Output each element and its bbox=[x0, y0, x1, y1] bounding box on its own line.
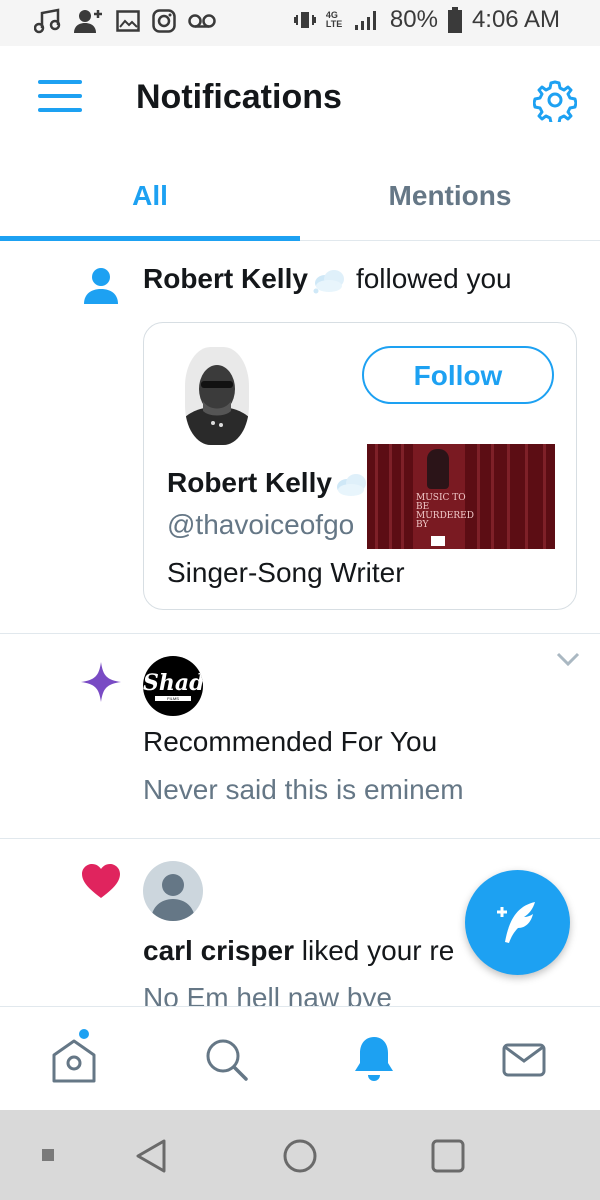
like-action: liked your re bbox=[301, 935, 455, 966]
app-bar: Notifications bbox=[0, 46, 600, 152]
compose-feather-icon bbox=[497, 902, 535, 943]
recommended-account-avatar[interactable]: Shady FILMS bbox=[143, 656, 203, 716]
user-card[interactable]: Follow Robert Kelly @thavoiceofgo Singer… bbox=[143, 322, 577, 610]
parental-advisory-label bbox=[431, 536, 445, 546]
messages-envelope-icon[interactable] bbox=[498, 1033, 550, 1085]
sparkle-icon bbox=[81, 662, 121, 702]
cloud-emoji-icon bbox=[313, 269, 344, 294]
status-system-icons: 4G LTE 80% 4:06 AM bbox=[293, 6, 560, 34]
compose-tweet-button[interactable] bbox=[465, 870, 570, 975]
follower-name[interactable]: Robert Kelly bbox=[143, 263, 308, 294]
follow-action: followed you bbox=[355, 263, 512, 294]
new-content-dot bbox=[77, 1027, 91, 1041]
cloud-emoji-icon bbox=[336, 473, 366, 496]
tab-mentions[interactable]: Mentions bbox=[300, 152, 600, 240]
battery-percent: 80% bbox=[389, 6, 438, 33]
album-art: MUSIC TO BE MURDERED BY bbox=[413, 444, 474, 549]
voicemail-icon bbox=[188, 14, 216, 28]
status-notification-icons bbox=[34, 8, 216, 34]
signal-icon bbox=[354, 11, 376, 30]
battery-icon bbox=[447, 7, 462, 33]
user-card-name: Robert Kelly bbox=[167, 467, 368, 499]
chevron-down-icon[interactable] bbox=[556, 652, 580, 666]
liked-reply-text: No Em hell naw bye bbox=[143, 982, 393, 1006]
follow-button[interactable]: Follow bbox=[362, 346, 554, 404]
home-circle-icon[interactable] bbox=[282, 1138, 318, 1174]
shady-logo: Shady bbox=[143, 670, 203, 696]
music-note-icon bbox=[34, 8, 61, 34]
menu-icon[interactable] bbox=[38, 80, 82, 116]
gallery-icon bbox=[116, 10, 140, 32]
heart-icon bbox=[82, 864, 120, 898]
status-bar: 4G LTE 80% 4:06 AM bbox=[0, 0, 600, 46]
search-icon[interactable] bbox=[200, 1033, 252, 1085]
liker-name[interactable]: carl crisper bbox=[143, 935, 294, 966]
like-text: carl crisper liked your re bbox=[143, 935, 454, 967]
overview-icon[interactable] bbox=[430, 1138, 466, 1174]
person-icon bbox=[84, 268, 118, 304]
shady-logo-sub: FILMS bbox=[155, 696, 191, 701]
clock: 4:06 AM bbox=[471, 6, 560, 33]
user-card-bio: Singer-Song Writer bbox=[167, 557, 405, 588]
instagram-icon bbox=[152, 9, 176, 33]
home-icon[interactable] bbox=[48, 1027, 100, 1085]
album-cover-image: MUSIC TO BE MURDERED BY bbox=[367, 444, 555, 549]
notification-follow[interactable]: Robert Kelly followed you Follow Robert K… bbox=[0, 241, 600, 634]
back-icon[interactable] bbox=[134, 1138, 168, 1174]
tab-all[interactable]: All bbox=[0, 152, 300, 240]
tab-bar: All Mentions bbox=[0, 152, 600, 241]
liker-avatar[interactable] bbox=[143, 861, 203, 921]
add-person-icon bbox=[74, 10, 102, 33]
user-card-handle: @thavoiceofgo bbox=[167, 509, 355, 540]
system-navigation-bar bbox=[0, 1110, 600, 1200]
user-card-avatar[interactable] bbox=[185, 347, 249, 445]
settings-gear-icon[interactable] bbox=[532, 78, 578, 126]
vibrate-icon bbox=[293, 12, 316, 28]
notification-recommendation[interactable]: Shady FILMS Recommended For You Never sa… bbox=[0, 634, 600, 839]
album-title: MUSIC TO BE MURDERED BY bbox=[416, 493, 474, 530]
recommendation-title: Recommended For You bbox=[143, 726, 438, 757]
network-type: 4G LTE bbox=[325, 10, 343, 29]
follow-text: Robert Kelly followed you bbox=[143, 263, 512, 295]
recommendation-text: Never said this is eminem bbox=[143, 774, 464, 805]
bottom-navigation bbox=[0, 1006, 600, 1111]
recents-indicator[interactable] bbox=[42, 1149, 54, 1161]
page-title: Notifications bbox=[136, 78, 342, 116]
notifications-bell-icon[interactable] bbox=[348, 1033, 400, 1085]
